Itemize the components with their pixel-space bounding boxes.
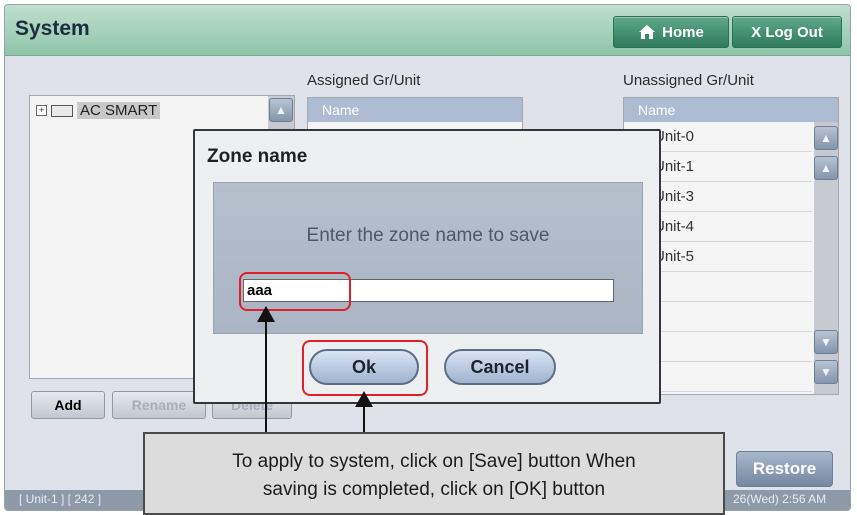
scroll-down-icon[interactable]: ▼ <box>814 330 838 354</box>
dialog-title: Zone name <box>207 146 308 167</box>
tree-item-root[interactable]: + AC SMART <box>36 102 161 119</box>
zone-name-dialog: Zone name Enter the zone name to save Ok… <box>193 129 661 404</box>
arrow-up-icon <box>257 306 275 322</box>
cancel-button[interactable]: Cancel <box>444 349 556 385</box>
home-label: Home <box>662 23 704 41</box>
callout-line-ok <box>363 403 365 433</box>
ok-highlight <box>302 340 428 396</box>
home-icon <box>639 25 656 39</box>
input-highlight <box>239 272 351 311</box>
tree-item-label: AC SMART <box>77 102 161 119</box>
expand-icon[interactable]: + <box>36 105 47 116</box>
callout-text: To apply to system, click on [Save] butt… <box>145 448 723 504</box>
arrow-up-icon <box>355 391 373 407</box>
title-bar: System Home X Log Out <box>5 5 850 56</box>
instruction-callout: To apply to system, click on [Save] butt… <box>143 432 725 515</box>
scroll-up-icon[interactable]: ▲ <box>814 156 838 180</box>
dialog-message: Enter the zone name to save <box>306 225 550 246</box>
assigned-column-name: Name <box>308 98 522 122</box>
folder-icon <box>51 104 73 117</box>
unassigned-header: Unassigned Gr/Unit <box>623 72 754 89</box>
page-title: System <box>15 17 90 40</box>
home-button[interactable]: Home <box>613 16 729 48</box>
unassigned-column-name: Name <box>624 98 838 122</box>
callout-line-1: To apply to system, click on [Save] butt… <box>232 451 636 472</box>
restore-button[interactable]: Restore <box>736 451 833 487</box>
scroll-top-icon[interactable]: ▲ <box>814 126 838 150</box>
assigned-header: Assigned Gr/Unit <box>307 72 421 89</box>
status-unit: [ Unit-1 ] [ 242 ] <box>19 492 102 506</box>
scroll-bottom-icon[interactable]: ▼ <box>814 360 838 384</box>
logout-button[interactable]: X Log Out <box>732 16 842 48</box>
status-datetime: 26(Wed) 2:56 AM <box>733 492 827 506</box>
add-button[interactable]: Add <box>31 391 105 419</box>
unassigned-scrollbar[interactable]: ▲ ▲ ▼ ▼ <box>814 122 838 394</box>
rename-button[interactable]: Rename <box>112 391 206 419</box>
callout-line-2: saving is completed, click on [OK] butto… <box>262 479 606 500</box>
dialog-body: Enter the zone name to save <box>213 182 643 334</box>
callout-line-input <box>265 318 267 433</box>
scroll-top-icon[interactable]: ▲ <box>269 98 293 122</box>
